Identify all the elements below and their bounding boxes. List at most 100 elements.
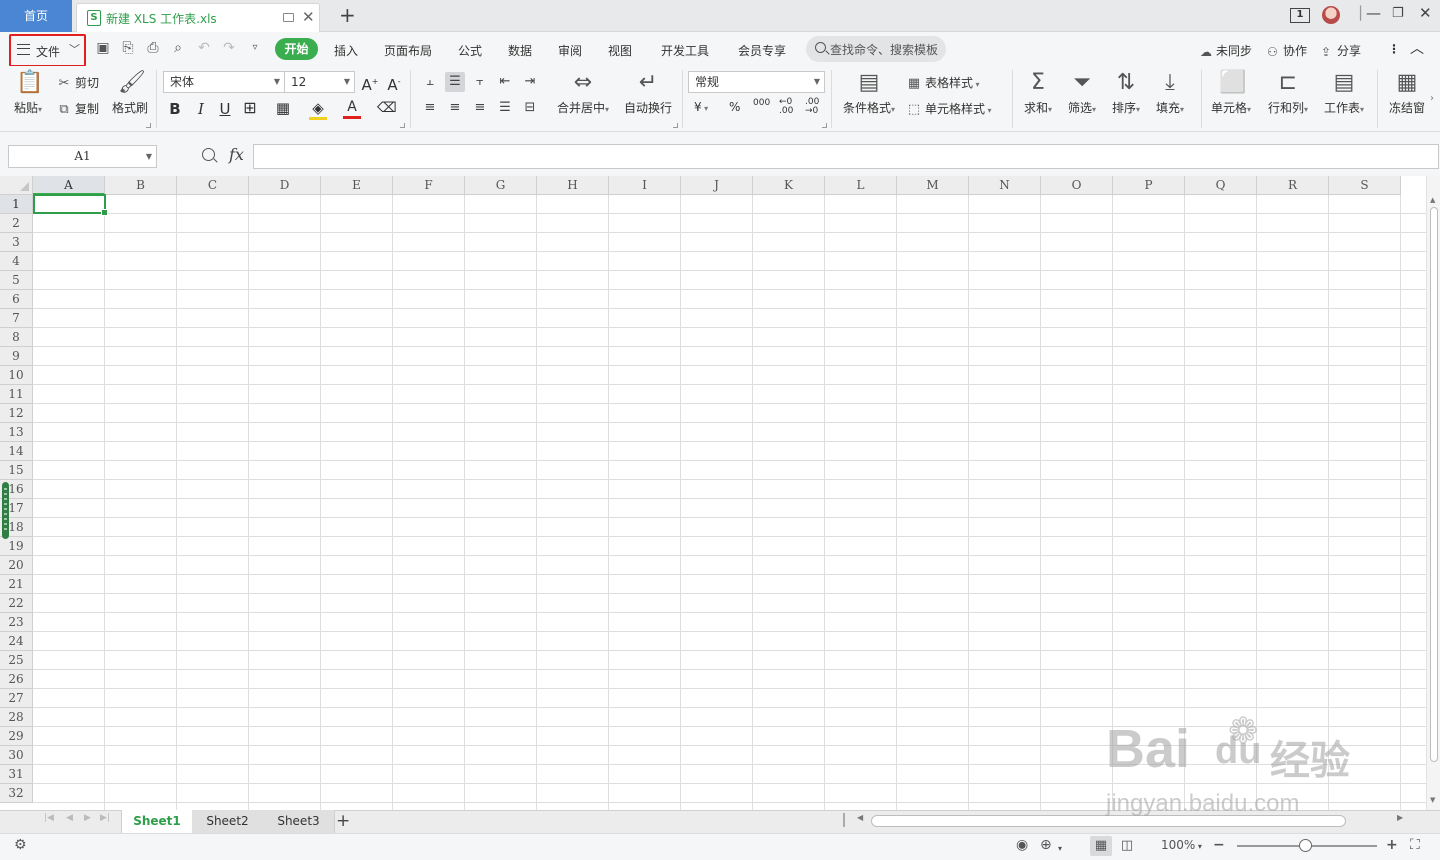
row-header-5[interactable]: 5 bbox=[0, 271, 33, 290]
row-header-21[interactable]: 21 bbox=[0, 575, 33, 594]
group-launcher-icon[interactable] bbox=[673, 123, 678, 128]
tab-review[interactable]: 审阅 bbox=[558, 42, 582, 59]
scroll-up-icon[interactable]: ▲ bbox=[1430, 196, 1435, 204]
tab-view[interactable]: 视图 bbox=[608, 42, 632, 59]
row-header-32[interactable]: 32 bbox=[0, 784, 33, 803]
align-center-icon[interactable]: ≡ bbox=[445, 98, 465, 118]
tab-document[interactable]: S 新建 XLS 工作表.xls ✕ bbox=[76, 3, 320, 32]
zoom-formula-icon[interactable] bbox=[202, 148, 215, 161]
eraser-icon[interactable]: ⌫ bbox=[377, 99, 397, 117]
row-col-button[interactable]: ⊏ 行和列▾ bbox=[1264, 71, 1312, 116]
align-middle-icon[interactable]: ☰ bbox=[445, 72, 465, 92]
italic-icon[interactable]: I bbox=[192, 100, 210, 118]
next-sheet-icon[interactable]: ▶ bbox=[84, 813, 91, 823]
column-header-r[interactable]: R bbox=[1257, 176, 1329, 195]
save-icon[interactable]: ▣ bbox=[96, 41, 110, 55]
align-left-icon[interactable]: ≡ bbox=[420, 98, 440, 118]
sync-status-button[interactable]: ☁ 未同步 bbox=[1200, 42, 1252, 59]
row-header-22[interactable]: 22 bbox=[0, 594, 33, 613]
row-header-8[interactable]: 8 bbox=[0, 328, 33, 347]
group-launcher-icon[interactable] bbox=[822, 123, 827, 128]
row-header-24[interactable]: 24 bbox=[0, 632, 33, 651]
format-painter-button[interactable]: 🖌 格式刷 bbox=[110, 71, 150, 116]
table-style-button[interactable]: ▦ 表格样式 ▾ bbox=[906, 74, 980, 91]
decrease-font-icon[interactable]: A- bbox=[385, 73, 403, 94]
column-header-n[interactable]: N bbox=[969, 176, 1041, 195]
prev-sheet-icon[interactable]: ◀ bbox=[66, 813, 73, 823]
row-header-7[interactable]: 7 bbox=[0, 309, 33, 328]
indent-increase-icon[interactable]: ⇥ bbox=[520, 72, 540, 92]
row-header-6[interactable]: 6 bbox=[0, 290, 33, 309]
eye-protection-icon[interactable]: ◉ bbox=[1016, 838, 1028, 852]
more-options-icon[interactable]: ⋮ bbox=[1388, 42, 1400, 56]
cut-button[interactable]: ✂ 剪切 bbox=[56, 74, 99, 91]
last-sheet-icon[interactable]: ▶| bbox=[100, 813, 110, 823]
font-color-icon[interactable]: A bbox=[343, 98, 361, 119]
horizontal-split-handle[interactable] bbox=[843, 813, 845, 827]
column-header-h[interactable]: H bbox=[537, 176, 609, 195]
copy-button[interactable]: ⧉ 复制 bbox=[56, 100, 99, 117]
column-header-s[interactable]: S bbox=[1329, 176, 1401, 195]
row-header-15[interactable]: 15 bbox=[0, 461, 33, 480]
column-header-c[interactable]: C bbox=[177, 176, 249, 195]
row-header-9[interactable]: 9 bbox=[0, 347, 33, 366]
row-header-4[interactable]: 4 bbox=[0, 252, 33, 271]
sort-button[interactable]: ⇅ 排序▾ bbox=[1108, 71, 1144, 116]
tab-home[interactable]: 首页 bbox=[0, 0, 72, 32]
page-break-view-icon[interactable]: ◫ bbox=[1116, 836, 1138, 856]
tab-insert[interactable]: 插入 bbox=[334, 42, 358, 59]
column-header-o[interactable]: O bbox=[1041, 176, 1113, 195]
justify-icon[interactable]: ☰ bbox=[495, 98, 515, 118]
row-header-25[interactable]: 25 bbox=[0, 651, 33, 670]
undo-icon[interactable]: ↶ bbox=[197, 41, 211, 55]
close-tab-icon[interactable]: ✕ bbox=[302, 8, 315, 26]
add-sheet-button[interactable]: + bbox=[336, 810, 350, 832]
export-icon[interactable]: ⎘ bbox=[121, 41, 135, 55]
tab-formulas[interactable]: 公式 bbox=[458, 42, 482, 59]
filter-button[interactable]: ⏷ 筛选▾ bbox=[1064, 71, 1100, 116]
border-icon[interactable]: ⊞ bbox=[241, 99, 259, 117]
column-header-m[interactable]: M bbox=[897, 176, 969, 195]
formula-input[interactable] bbox=[253, 144, 1439, 169]
user-avatar[interactable] bbox=[1322, 6, 1340, 24]
sum-button[interactable]: Σ 求和▾ bbox=[1020, 71, 1056, 116]
row-header-1[interactable]: 1 bbox=[0, 195, 33, 214]
row-header-10[interactable]: 10 bbox=[0, 366, 33, 385]
row-header-12[interactable]: 12 bbox=[0, 404, 33, 423]
merge-center-button[interactable]: ⇔ 合并居中▾ bbox=[553, 71, 613, 116]
vertical-scroll-thumb[interactable] bbox=[1430, 207, 1438, 762]
row-header-3[interactable]: 3 bbox=[0, 233, 33, 252]
new-tab-button[interactable]: + bbox=[339, 3, 356, 27]
side-panel-handle[interactable] bbox=[2, 482, 9, 539]
insert-function-icon[interactable]: fx bbox=[229, 145, 244, 164]
row-header-19[interactable]: 19 bbox=[0, 537, 33, 556]
close-window-icon[interactable]: ✕ bbox=[1419, 4, 1432, 22]
font-name-select[interactable]: 宋体 ▼ bbox=[163, 71, 285, 93]
increase-decimal-icon[interactable]: ←0.00 bbox=[779, 98, 793, 116]
share-button[interactable]: ⇪ 分享 bbox=[1321, 42, 1361, 59]
column-header-k[interactable]: K bbox=[753, 176, 825, 195]
vertical-scrollbar[interactable]: ▲ ▼ bbox=[1426, 176, 1440, 810]
increase-font-icon[interactable]: A+ bbox=[361, 73, 379, 94]
row-header-20[interactable]: 20 bbox=[0, 556, 33, 575]
command-search-box[interactable]: 查找命令、搜索模板 bbox=[806, 36, 946, 62]
decrease-decimal-icon[interactable]: .00 →0 bbox=[805, 98, 819, 116]
row-header-26[interactable]: 26 bbox=[0, 670, 33, 689]
customize-toolbar-icon[interactable]: ▿ bbox=[248, 41, 262, 55]
group-launcher-icon[interactable] bbox=[146, 123, 151, 128]
bold-icon[interactable]: B bbox=[166, 100, 184, 118]
column-header-p[interactable]: P bbox=[1113, 176, 1185, 195]
scroll-left-icon[interactable]: ◀ bbox=[857, 813, 863, 822]
tab-member[interactable]: 会员专享 bbox=[738, 42, 786, 59]
wrap-text-button[interactable]: ↵ 自动换行 bbox=[622, 71, 674, 116]
row-header-11[interactable]: 11 bbox=[0, 385, 33, 404]
row-header-31[interactable]: 31 bbox=[0, 765, 33, 784]
tab-page-layout[interactable]: 页面布局 bbox=[384, 42, 432, 59]
column-header-a[interactable]: A bbox=[33, 176, 105, 195]
tab-start[interactable]: 开始 bbox=[275, 38, 318, 60]
name-box[interactable]: A1 ▼ bbox=[8, 145, 157, 168]
minimize-icon[interactable]: — bbox=[1366, 4, 1381, 22]
underline-icon[interactable]: U bbox=[216, 100, 234, 118]
sheet-tab-1[interactable]: Sheet1 bbox=[121, 810, 193, 833]
column-header-f[interactable]: F bbox=[393, 176, 465, 195]
